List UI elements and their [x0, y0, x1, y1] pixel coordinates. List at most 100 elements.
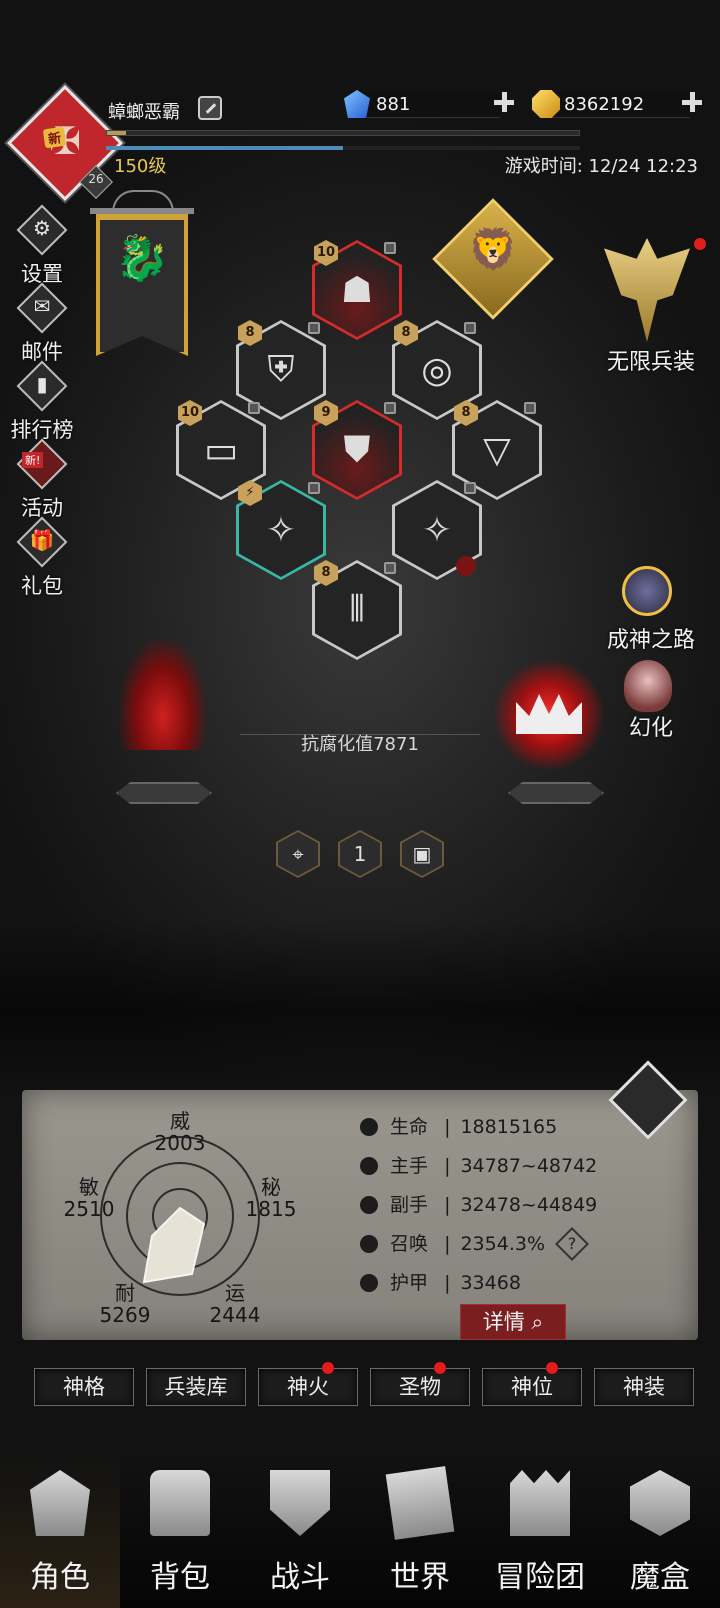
gear-glyph: ⚙ [33, 216, 51, 240]
details-button[interactable]: 详情 ⌕ [460, 1304, 566, 1340]
mail-button[interactable]: ✉ 邮件 [8, 282, 76, 370]
nav-label: 魔盒 [630, 1560, 690, 1595]
settings-button[interactable]: ⚙ 设置 [8, 204, 76, 292]
stat-value: 34787~48742 [460, 1155, 598, 1177]
tab-divine-rank[interactable]: 神位 [482, 1368, 582, 1406]
lock-icon [384, 402, 396, 414]
nav-backpack[interactable]: 背包 [120, 1450, 240, 1608]
radar-stat-name: 秘 [261, 1175, 281, 1199]
stat-value: 33468 [460, 1272, 521, 1294]
tab-label: 圣物 [399, 1375, 441, 1399]
radar-stat-name: 威 [170, 1109, 190, 1133]
equip-slot-boots[interactable]: ⫴ 8 [312, 560, 402, 660]
nav-battle[interactable]: 战斗 [240, 1450, 360, 1608]
mail-glyph: ✉ [33, 294, 51, 318]
page-number: 1 [340, 832, 380, 876]
tab-label: 兵装库 [164, 1375, 228, 1399]
tab-armory[interactable]: 兵装库 [146, 1368, 246, 1406]
gift-pack-label: 礼包 [21, 574, 63, 598]
nav-character[interactable]: 角色 [0, 1450, 120, 1608]
radar-stat-bottom-right: 运 2444 [204, 1282, 266, 1326]
nav-label: 角色 [30, 1560, 90, 1595]
illusion-label[interactable]: 幻化 [596, 710, 706, 742]
gift-glyph: 🎁 [29, 528, 55, 552]
downgrade-indicator-icon [456, 556, 476, 576]
details-label: 详情 [482, 1310, 525, 1334]
lock-icon [524, 402, 536, 414]
player-name: 蟑螂恶霸 [108, 102, 180, 123]
experience-bar [106, 130, 580, 136]
stat-name: 生命 [390, 1116, 429, 1138]
dark-flame-icon[interactable] [120, 640, 206, 750]
tab-relics-alert-dot [434, 1362, 446, 1374]
attribute-radar-chart [142, 1206, 206, 1284]
lock-icon [308, 482, 320, 494]
magnifier-icon: ⌕ [531, 1310, 544, 1334]
tab-label: 神位 [511, 1375, 553, 1399]
nav-label: 世界 [390, 1560, 450, 1595]
summon-icon [360, 1235, 378, 1253]
radar-stat-value: 2444 [209, 1303, 261, 1327]
illusion-icon[interactable] [624, 660, 672, 712]
god-path-label[interactable]: 成神之路 [596, 622, 706, 654]
stat-row-main-hand: 主手 | 34787~48742 [360, 1151, 660, 1179]
secondary-progress-fill [106, 146, 343, 150]
nav-world[interactable]: 世界 [360, 1450, 480, 1608]
stat-separator: | [444, 1194, 451, 1216]
left-pedestal [116, 782, 212, 804]
god-path-icon[interactable] [622, 566, 672, 616]
tab-relics[interactable]: 圣物 [370, 1368, 470, 1406]
armor-icon [360, 1274, 378, 1292]
radar-stat-name: 耐 [115, 1281, 135, 1305]
radar-stat-bottom-left: 耐 5269 [94, 1282, 156, 1326]
radar-stat-top: 威 2003 [150, 1110, 210, 1154]
radar-stat-right: 秘 1815 [240, 1176, 302, 1220]
lock-icon [464, 322, 476, 334]
tab-divine-fire-alert-dot [322, 1362, 334, 1374]
experience-bar-fill [107, 131, 126, 135]
lock-icon [308, 322, 320, 334]
infinite-arms-alert-dot [694, 238, 706, 250]
stat-value: 18815165 [460, 1116, 558, 1138]
add-gems-button[interactable] [492, 90, 516, 114]
ranking-button[interactable]: ▮ 排行榜 [8, 360, 76, 448]
attribute-radar-shape [142, 1206, 206, 1284]
gift-pack-button[interactable]: 🎁 礼包 [8, 516, 76, 604]
avatar-level-number: 26 [88, 172, 104, 186]
radar-stat-value: 1815 [245, 1197, 297, 1221]
edit-name-icon[interactable] [198, 96, 222, 120]
world-icon [385, 1466, 455, 1540]
stat-separator: | [444, 1155, 451, 1177]
tab-divine-gear[interactable]: 神装 [594, 1368, 694, 1406]
event-new-tag: 新! [22, 452, 44, 468]
stat-name: 召唤 [390, 1233, 429, 1255]
nav-label: 背包 [150, 1560, 210, 1595]
stat-name: 副手 [390, 1194, 429, 1216]
radar-stat-value: 5269 [99, 1303, 151, 1327]
nav-adventure-guild[interactable]: 冒险团 [480, 1450, 600, 1608]
equip-slot-off-weapon[interactable]: ✧ [392, 480, 482, 580]
tab-divinity[interactable]: 神格 [34, 1368, 134, 1406]
lock-icon [384, 242, 396, 254]
radar-stat-left: 敏 2510 [58, 1176, 120, 1220]
event-button[interactable]: 新! 活动 [8, 438, 76, 526]
tab-divine-rank-alert-dot [546, 1362, 558, 1374]
right-pedestal [508, 782, 604, 804]
radar-stat-value: 2510 [63, 1197, 115, 1221]
tab-label: 神格 [63, 1375, 105, 1399]
lion-head-icon: 🦁 [468, 227, 518, 273]
player-level: 150级 [114, 156, 167, 177]
fog-overlay [0, 920, 720, 1100]
lock-icon: ▣ [402, 832, 442, 876]
stat-name: 主手 [390, 1155, 429, 1177]
stat-separator: | [444, 1116, 451, 1138]
add-gold-button[interactable] [680, 90, 704, 114]
stat-separator: | [444, 1272, 451, 1294]
banner-rod [90, 208, 194, 214]
gem-amount: 881 [376, 94, 411, 115]
nav-magic-box[interactable]: 魔盒 [600, 1450, 720, 1608]
magic-box-icon [630, 1470, 690, 1536]
infinite-arms-label[interactable]: 无限兵装 [596, 344, 706, 376]
tab-divine-fire[interactable]: 神火 [258, 1368, 358, 1406]
location-pin-icon: ⌖ [278, 832, 318, 876]
